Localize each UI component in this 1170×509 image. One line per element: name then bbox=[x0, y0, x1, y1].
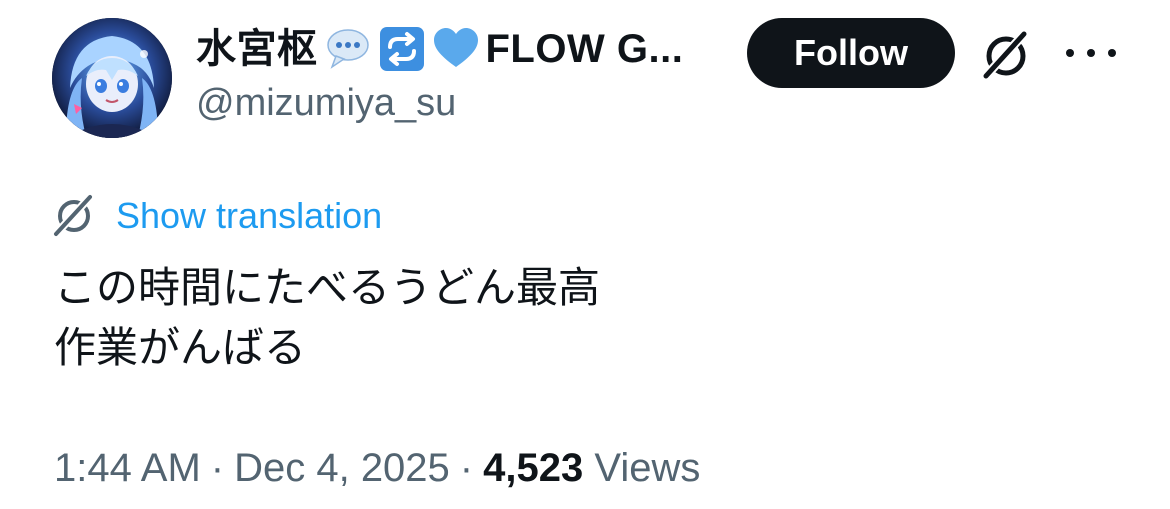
avatar-illustration bbox=[52, 18, 172, 138]
separator: · bbox=[459, 446, 474, 490]
views-group[interactable]: 4,523 Views bbox=[483, 446, 700, 491]
display-name: 水宮枢 bbox=[196, 27, 318, 71]
grok-icon[interactable] bbox=[978, 28, 1034, 84]
more-options-icon[interactable] bbox=[1066, 40, 1116, 66]
tweet-text-line: 作業がんばる bbox=[54, 323, 307, 372]
repeat-button-icon bbox=[378, 25, 426, 73]
follow-button[interactable]: Follow bbox=[747, 18, 955, 88]
avatar[interactable] bbox=[52, 18, 172, 138]
translation-row: Show translation bbox=[50, 192, 382, 240]
tweet-date[interactable]: Dec 4, 2025 bbox=[234, 446, 450, 491]
separator: · bbox=[210, 446, 225, 490]
dot bbox=[1108, 49, 1116, 57]
user-handle[interactable]: @mizumiya_su bbox=[196, 84, 456, 122]
tweet-detail: 水宮枢 FLOW G... @mizumiya_su Follow Show t… bbox=[0, 0, 1170, 509]
display-name-suffix: FLOW G... bbox=[485, 27, 684, 71]
tweet-text: この時間にたべるうどん最高 作業がんばる bbox=[54, 258, 600, 378]
show-translation-link[interactable]: Show translation bbox=[116, 195, 382, 237]
views-label: Views bbox=[594, 446, 701, 490]
dot bbox=[1087, 49, 1095, 57]
views-count: 4,523 bbox=[483, 446, 584, 490]
speech-bubble-icon bbox=[324, 25, 372, 73]
blue-heart-icon bbox=[432, 25, 480, 73]
dot bbox=[1066, 49, 1074, 57]
tweet-meta: 1:44 AM · Dec 4, 2025 · 4,523 Views bbox=[54, 446, 700, 491]
display-name-row[interactable]: 水宮枢 FLOW G... bbox=[196, 24, 683, 74]
grok-translate-icon bbox=[50, 192, 98, 240]
tweet-time[interactable]: 1:44 AM bbox=[54, 446, 201, 491]
tweet-text-line: この時間にたべるうどん最高 bbox=[54, 263, 601, 312]
